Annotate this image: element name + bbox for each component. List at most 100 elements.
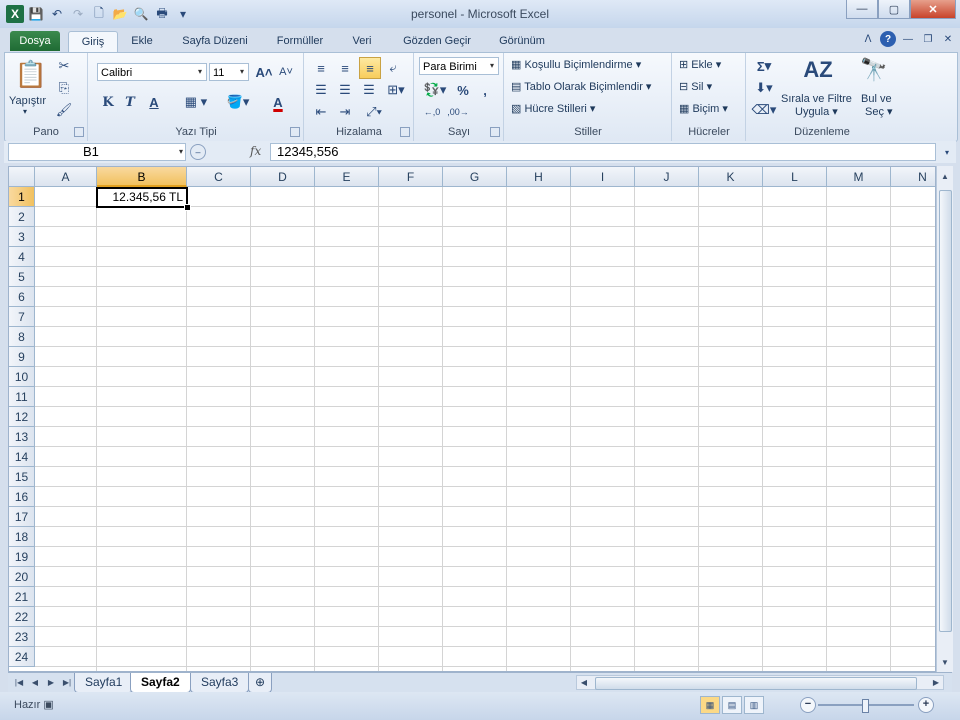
cut-icon[interactable]: ✂ — [55, 57, 73, 75]
wrap-text-icon[interactable]: ⤶ — [383, 59, 403, 77]
tab-formulas[interactable]: Formüller — [264, 31, 336, 51]
sheet-tab-sayfa3[interactable]: Sayfa3 — [190, 673, 250, 693]
comma-button[interactable]: , — [477, 81, 493, 99]
maximize-icon[interactable]: ▢ — [878, 0, 910, 19]
fill-handle[interactable] — [184, 204, 191, 211]
row-header-11[interactable]: 11 — [9, 387, 35, 407]
horizontal-scrollbar[interactable]: ◀ ▶ — [576, 675, 944, 690]
scroll-left-icon[interactable]: ◀ — [577, 676, 591, 690]
binoculars-icon[interactable]: 🔭 — [859, 55, 889, 85]
row-header-23[interactable]: 23 — [9, 627, 35, 647]
row-header-8[interactable]: 8 — [9, 327, 35, 347]
grow-font-icon[interactable]: A˄ — [255, 64, 273, 80]
zoom-in-icon[interactable]: + — [918, 697, 934, 713]
sort-filter-label[interactable]: Sırala ve Filtre — [781, 93, 852, 105]
row-header-3[interactable]: 3 — [9, 227, 35, 247]
sort-filter-label-2[interactable]: Uygula ▾ — [795, 105, 838, 118]
column-header-l[interactable]: L — [763, 167, 827, 187]
row-header-13[interactable]: 13 — [9, 427, 35, 447]
cell-styles-button[interactable]: ▧ Hücre Stilleri ▾ — [511, 102, 595, 115]
column-header-b[interactable]: B — [97, 167, 187, 187]
align-center-icon[interactable]: ☰ — [335, 81, 355, 99]
row-header-1[interactable]: 1 — [9, 187, 35, 207]
row-header-6[interactable]: 6 — [9, 287, 35, 307]
zoom-out-icon[interactable]: − — [800, 697, 816, 713]
help-icon[interactable]: ? — [880, 31, 896, 47]
tab-file[interactable]: Dosya — [10, 31, 60, 51]
clear-icon[interactable]: ⌫▾ — [751, 101, 777, 119]
row-header-16[interactable]: 16 — [9, 487, 35, 507]
tab-review[interactable]: Gözden Geçir — [392, 31, 482, 51]
decrease-indent-icon[interactable]: ⇤ — [311, 103, 331, 121]
currency-icon[interactable]: 💱▾ — [421, 81, 449, 99]
paste-dropdown-icon[interactable]: ▾ — [23, 107, 27, 116]
scroll-down-icon[interactable]: ▼ — [938, 656, 952, 670]
normal-view-icon[interactable]: ▦ — [700, 696, 720, 714]
orientation-icon[interactable]: ⤢▾ — [361, 103, 387, 121]
column-header-d[interactable]: D — [251, 167, 315, 187]
row-header-17[interactable]: 17 — [9, 507, 35, 527]
scroll-up-icon[interactable]: ▲ — [938, 170, 952, 184]
active-cell-b1[interactable]: 12.345,56 TL — [96, 187, 188, 208]
underline-button[interactable]: A — [145, 93, 163, 111]
row-header-18[interactable]: 18 — [9, 527, 35, 547]
font-size-combo[interactable]: 11 ▾ — [209, 63, 249, 81]
tab-insert[interactable]: Ekle — [122, 31, 162, 51]
sort-filter-icon[interactable]: AZ — [801, 55, 835, 85]
prev-sheet-icon[interactable]: ◀ — [28, 676, 42, 690]
number-format-combo[interactable]: Para Birimi ▾ — [419, 57, 499, 75]
fill-color-icon[interactable]: 🪣▾ — [223, 93, 253, 111]
font-color-button[interactable]: A — [261, 93, 295, 111]
row-header-12[interactable]: 12 — [9, 407, 35, 427]
increase-decimal-icon[interactable]: ←,0 — [421, 103, 443, 121]
page-break-view-icon[interactable]: ▥ — [744, 696, 764, 714]
row-header-5[interactable]: 5 — [9, 267, 35, 287]
select-all-corner[interactable] — [9, 167, 35, 187]
close-icon[interactable]: ✕ — [910, 0, 956, 19]
increase-indent-icon[interactable]: ⇥ — [335, 103, 355, 121]
align-left-icon[interactable]: ☰ — [311, 81, 331, 99]
copy-icon[interactable]: ⎘ — [55, 79, 73, 97]
tab-data[interactable]: Veri — [340, 31, 384, 51]
vertical-scroll-thumb[interactable] — [939, 190, 952, 632]
paste-icon[interactable]: 📋 — [15, 57, 47, 91]
column-header-n[interactable]: N — [891, 167, 935, 187]
column-header-e[interactable]: E — [315, 167, 379, 187]
doc-close-icon[interactable]: ✕ — [940, 31, 956, 47]
zoom-knob[interactable] — [862, 699, 869, 713]
insert-cells-button[interactable]: ⊞ Ekle ▾ — [679, 58, 721, 71]
horizontal-scroll-thumb[interactable] — [595, 677, 917, 690]
scroll-right-icon[interactable]: ▶ — [929, 676, 943, 690]
row-header-7[interactable]: 7 — [9, 307, 35, 327]
column-header-i[interactable]: I — [571, 167, 635, 187]
merge-center-icon[interactable]: ⊞▾ — [383, 81, 409, 99]
page-layout-view-icon[interactable]: ▤ — [722, 696, 742, 714]
alignment-launcher-icon[interactable] — [400, 127, 410, 137]
doc-restore-icon[interactable]: ❐ — [920, 31, 936, 47]
find-select-label-2[interactable]: Seç ▾ — [865, 105, 893, 118]
align-top-icon[interactable]: ≡ — [311, 59, 331, 77]
doc-minimize-icon[interactable]: — — [900, 31, 916, 47]
first-sheet-icon[interactable]: |◀ — [12, 676, 26, 690]
tab-view[interactable]: Görünüm — [488, 31, 556, 51]
formula-expand-icon[interactable]: – — [190, 144, 206, 160]
align-right-icon[interactable]: ☰ — [359, 81, 379, 99]
column-header-j[interactable]: J — [635, 167, 699, 187]
row-header-22[interactable]: 22 — [9, 607, 35, 627]
row-header-10[interactable]: 10 — [9, 367, 35, 387]
row-header-14[interactable]: 14 — [9, 447, 35, 467]
row-header-21[interactable]: 21 — [9, 587, 35, 607]
minimize-icon[interactable]: — — [846, 0, 878, 19]
align-middle-icon[interactable]: ≡ — [335, 59, 355, 77]
number-launcher-icon[interactable] — [490, 127, 500, 137]
paste-label[interactable]: Yapıştır — [9, 95, 46, 107]
shrink-font-icon[interactable]: A˅ — [277, 64, 295, 80]
column-header-h[interactable]: H — [507, 167, 571, 187]
sheet-tab-sayfa2[interactable]: Sayfa2 — [130, 673, 191, 693]
name-box[interactable]: B1 ▾ — [8, 143, 186, 161]
column-header-m[interactable]: M — [827, 167, 891, 187]
find-select-label[interactable]: Bul ve — [861, 93, 892, 105]
format-as-table-button[interactable]: ▤ Tablo Olarak Biçimlendir ▾ — [511, 80, 651, 93]
align-bottom-icon[interactable]: ≡ — [359, 57, 381, 79]
column-header-a[interactable]: A — [35, 167, 97, 187]
